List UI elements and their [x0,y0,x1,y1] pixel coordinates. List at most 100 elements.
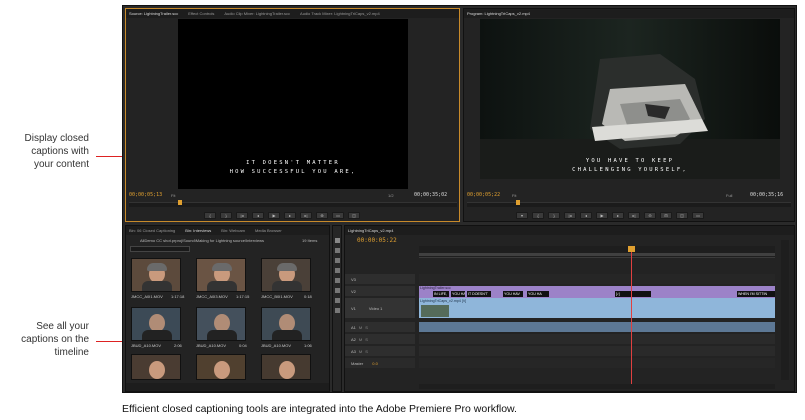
export-frame-button[interactable]: ◫ [348,212,360,219]
mark-out-button[interactable]: } [220,212,232,219]
go-to-out-button[interactable]: ▸| [628,212,640,219]
track-label-v3[interactable]: V3 [351,277,356,282]
tab-sequence[interactable]: LightningTriCaps_v2.mp4 [348,228,393,233]
mute-icon[interactable]: M [359,349,362,354]
track-lane-master[interactable] [419,358,775,368]
bin-item-count: 19 Items [302,238,318,243]
tab-bin-interviews[interactable]: Bin: Interviews [185,228,211,233]
tab-program[interactable]: Program: LightningTriCaps_v2.mp4 [467,11,530,16]
add-marker-button[interactable]: ▾ [516,212,528,219]
insert-button[interactable]: ⊕ [316,212,328,219]
play-button[interactable]: ▶ [268,212,280,219]
clip-thumbnail-7[interactable] [131,354,181,380]
caption-segment-7[interactable]: WHEN I'M SITTIN [737,291,775,297]
tab-audio-track-mixer[interactable]: Audio Track Mixer: LightningTriCaps_v2.m… [300,11,380,16]
overwrite-button[interactable]: ▭ [332,212,344,219]
solo-icon[interactable]: S [365,349,368,354]
track-label-v2[interactable]: V2 [351,289,356,294]
caption-segment-5[interactable]: YOU HA [527,291,549,297]
tools-panel [332,225,342,392]
audio-track-clip-a1[interactable] [419,322,775,332]
clip-name-1: JMCC_A0I1.MOV [131,294,163,299]
mark-in-button[interactable]: { [204,212,216,219]
tab-bin-webcam[interactable]: Bin: Webcam [221,228,245,233]
track-select-tool-icon[interactable] [335,248,340,253]
track-label-a3[interactable]: A3 [351,349,356,354]
source-zoom-select[interactable]: Fit [171,193,175,198]
tab-effect-controls[interactable]: Effect Controls [188,11,214,16]
timeline-timecode[interactable]: 00:00:05:22 [357,237,397,244]
timeline-playhead[interactable] [631,246,632,386]
tab-bin-closed-captioning[interactable]: Bin: 06 Closed Captioning [129,228,175,233]
clip-thumbnail-1[interactable] [131,258,181,292]
step-back-button[interactable]: ◂ [580,212,592,219]
solo-icon[interactable]: S [365,325,368,330]
caption-segment-2[interactable]: YOU HA [451,291,465,297]
track-label-a1[interactable]: A1 [351,325,356,330]
tab-source[interactable]: Source: LightningTrailer.scc [129,11,178,16]
captions-button[interactable]: ▭ [692,212,704,219]
source-resolution-select[interactable]: 1/2 [388,193,394,198]
source-current-timecode[interactable]: 00;00;05;13 [129,192,162,198]
export-frame-button[interactable]: ◫ [676,212,688,219]
mark-in-button[interactable]: { [532,212,544,219]
caption-segment-1[interactable]: IN LIFE, [433,291,449,297]
caption-segment-4[interactable]: YOU HAV [503,291,523,297]
program-video-frame[interactable]: YOU HAVE TO KEEP CHALLENGING YOURSELF, [480,19,780,179]
razor-tool-icon[interactable] [335,268,340,273]
step-forward-button[interactable]: ▸ [612,212,624,219]
source-playhead-marker[interactable] [178,200,182,205]
clip-thumbnail-8[interactable] [196,354,246,380]
mark-out-button[interactable]: } [548,212,560,219]
zoom-tool-icon[interactable] [335,308,340,313]
program-zoom-select[interactable]: Fit [512,193,516,198]
program-playhead-marker[interactable] [516,200,520,205]
bin-path: AllDemo CC shot.prproj\Sound\Making for … [140,238,265,243]
video-track-clip[interactable]: LightningTriCaps_v2.mp4 [V] [419,298,775,318]
play-button[interactable]: ▶ [596,212,608,219]
caption-segment-6[interactable]: [♪] [615,291,651,297]
go-to-in-button[interactable]: |◂ [236,212,248,219]
timeline-time-ruler[interactable] [419,246,775,258]
go-to-out-button[interactable]: ▸| [300,212,312,219]
clip-thumbnail-cap [147,263,167,271]
track-lane-a2[interactable] [419,334,775,344]
program-resolution-select[interactable]: Full [726,193,732,198]
timeline-horizontal-scrollbar[interactable] [419,384,775,389]
selection-tool-icon[interactable] [335,238,340,243]
mute-icon[interactable]: M [359,337,362,342]
timeline-tabs: LightningTriCaps_v2.mp4 [345,226,794,235]
solo-icon[interactable]: S [365,337,368,342]
step-back-button[interactable]: ◂ [252,212,264,219]
track-lane-a3[interactable] [419,346,775,356]
tab-audio-clip-mixer[interactable]: Audio Clip Mixer: LightningTrailer.scc [224,11,290,16]
clip-thumbnail-6[interactable] [261,307,311,341]
timeline-playhead-handle[interactable] [628,246,635,252]
extract-button[interactable]: ⊟ [660,212,672,219]
caption-track-clip[interactable]: LightningTrailer.scc IN LIFE, YOU HA IT … [419,286,775,298]
go-to-in-button[interactable]: |◂ [564,212,576,219]
ripple-edit-tool-icon[interactable] [335,258,340,263]
hand-tool-icon[interactable] [335,298,340,303]
caption-segment-3[interactable]: IT DOESN'T [467,291,491,297]
bin-search-input[interactable] [130,246,190,252]
master-level[interactable]: 0.0 [372,361,378,366]
clip-thumbnail-9[interactable] [261,354,311,380]
pen-tool-icon[interactable] [335,288,340,293]
tab-media-browser[interactable]: Media Browser [255,228,282,233]
timeline-vertical-scrollbar[interactable] [781,240,789,380]
slip-tool-icon[interactable] [335,278,340,283]
step-forward-button[interactable]: ▸ [284,212,296,219]
clip-thumbnail-3[interactable] [261,258,311,292]
source-video-frame[interactable]: IT DOESN'T MATTER HOW SUCCESSFUL YOU ARE… [178,19,408,189]
timeline-work-area-bar[interactable] [419,253,775,256]
track-lane-v3[interactable] [419,274,775,284]
clip-thumbnail-2[interactable] [196,258,246,292]
clip-thumbnail-4[interactable] [131,307,181,341]
program-current-timecode[interactable]: 00;00;05;22 [467,192,500,198]
track-label-v1[interactable]: V1 [351,306,356,311]
track-label-a2[interactable]: A2 [351,337,356,342]
clip-thumbnail-5[interactable] [196,307,246,341]
lift-button[interactable]: ⊖ [644,212,656,219]
mute-icon[interactable]: M [359,325,362,330]
